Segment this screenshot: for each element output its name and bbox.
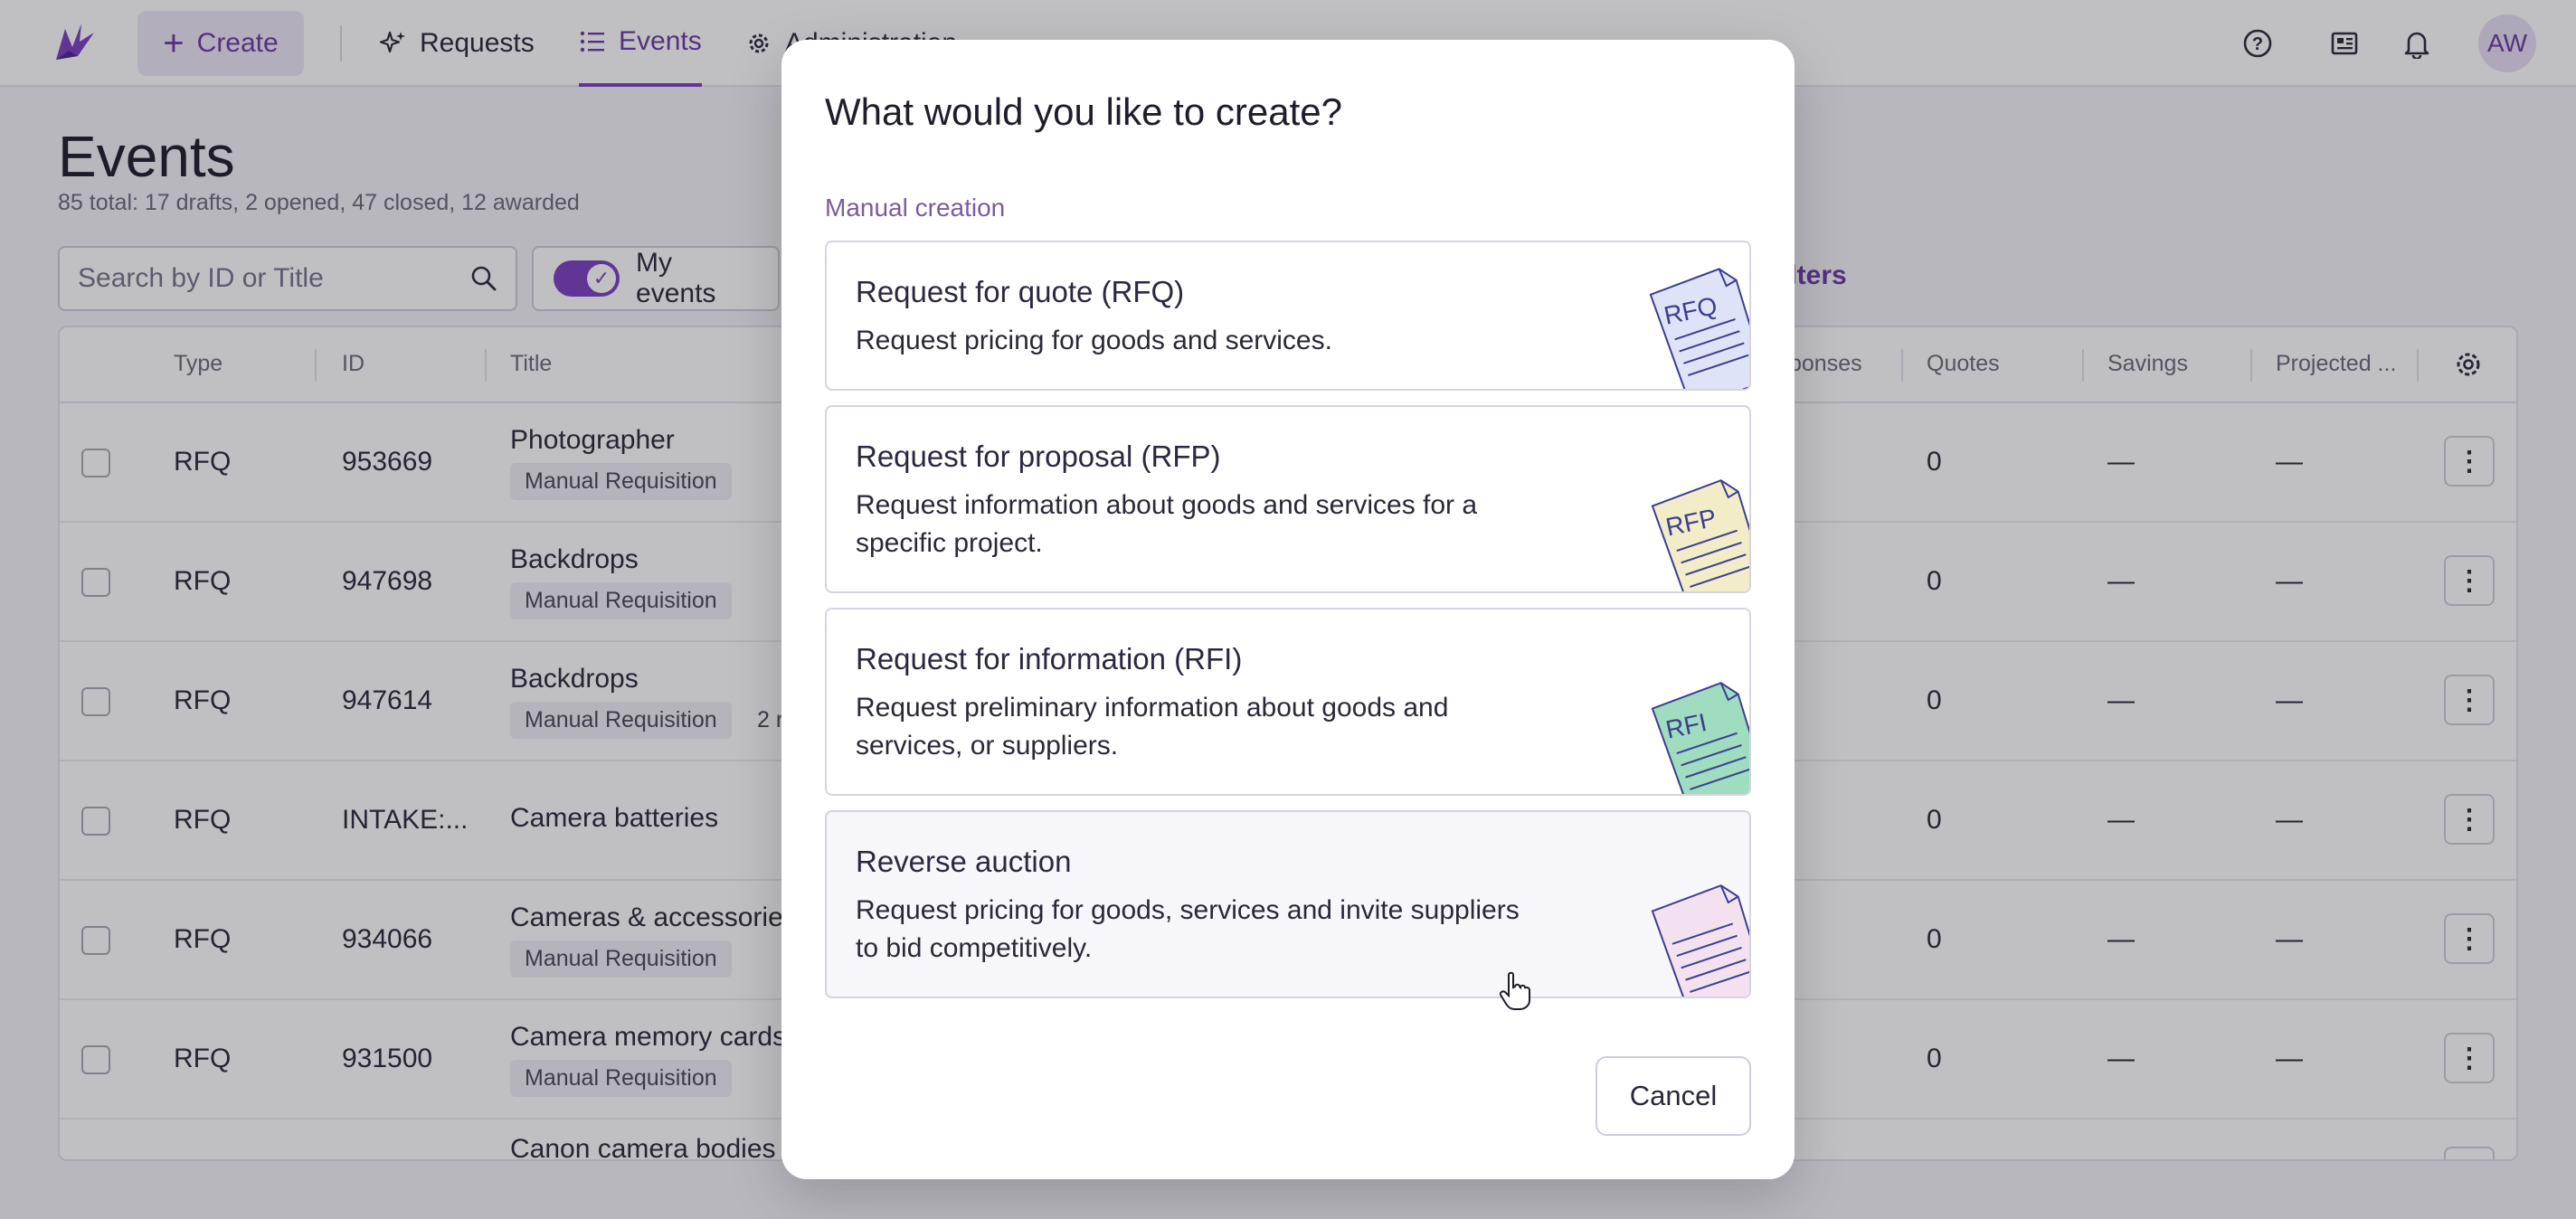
option-title: Reverse auction — [856, 845, 1072, 878]
option-title: Request for quote (RFQ) — [856, 275, 1185, 308]
hand-cursor-icon — [1500, 971, 1530, 1010]
option-description: Request information about goods and serv… — [856, 490, 1478, 558]
section-label: Manual creation — [825, 194, 1006, 222]
option-description: Request pricing for goods, services and … — [856, 895, 1520, 963]
rfp-document-icon: RFP — [1651, 479, 1749, 591]
cancel-button[interactable]: Cancel — [1596, 1056, 1751, 1136]
create-dialog: What would you like to create? Manual cr… — [781, 40, 1795, 1179]
option-rfp[interactable]: Request for proposal (RFP) Request infor… — [825, 405, 1751, 593]
option-rfi[interactable]: Request for information (RFI) Request pr… — [825, 608, 1751, 796]
option-description: Request pricing for goods and services. — [856, 326, 1332, 355]
option-rfq[interactable]: Request for quote (RFQ) Request pricing … — [825, 241, 1751, 391]
option-description: Request preliminary information about go… — [856, 693, 1449, 761]
dialog-title: What would you like to create? — [825, 90, 1342, 133]
rfi-document-icon: RFI — [1651, 682, 1749, 794]
rfq-document-icon: RFQ — [1649, 268, 1749, 389]
option-title: Request for proposal (RFP) — [856, 439, 1221, 473]
auction-document-icon — [1651, 884, 1749, 997]
option-title: Request for information (RFI) — [856, 642, 1243, 676]
option-reverse-auction[interactable]: Reverse auction Request pricing for good… — [825, 810, 1751, 998]
